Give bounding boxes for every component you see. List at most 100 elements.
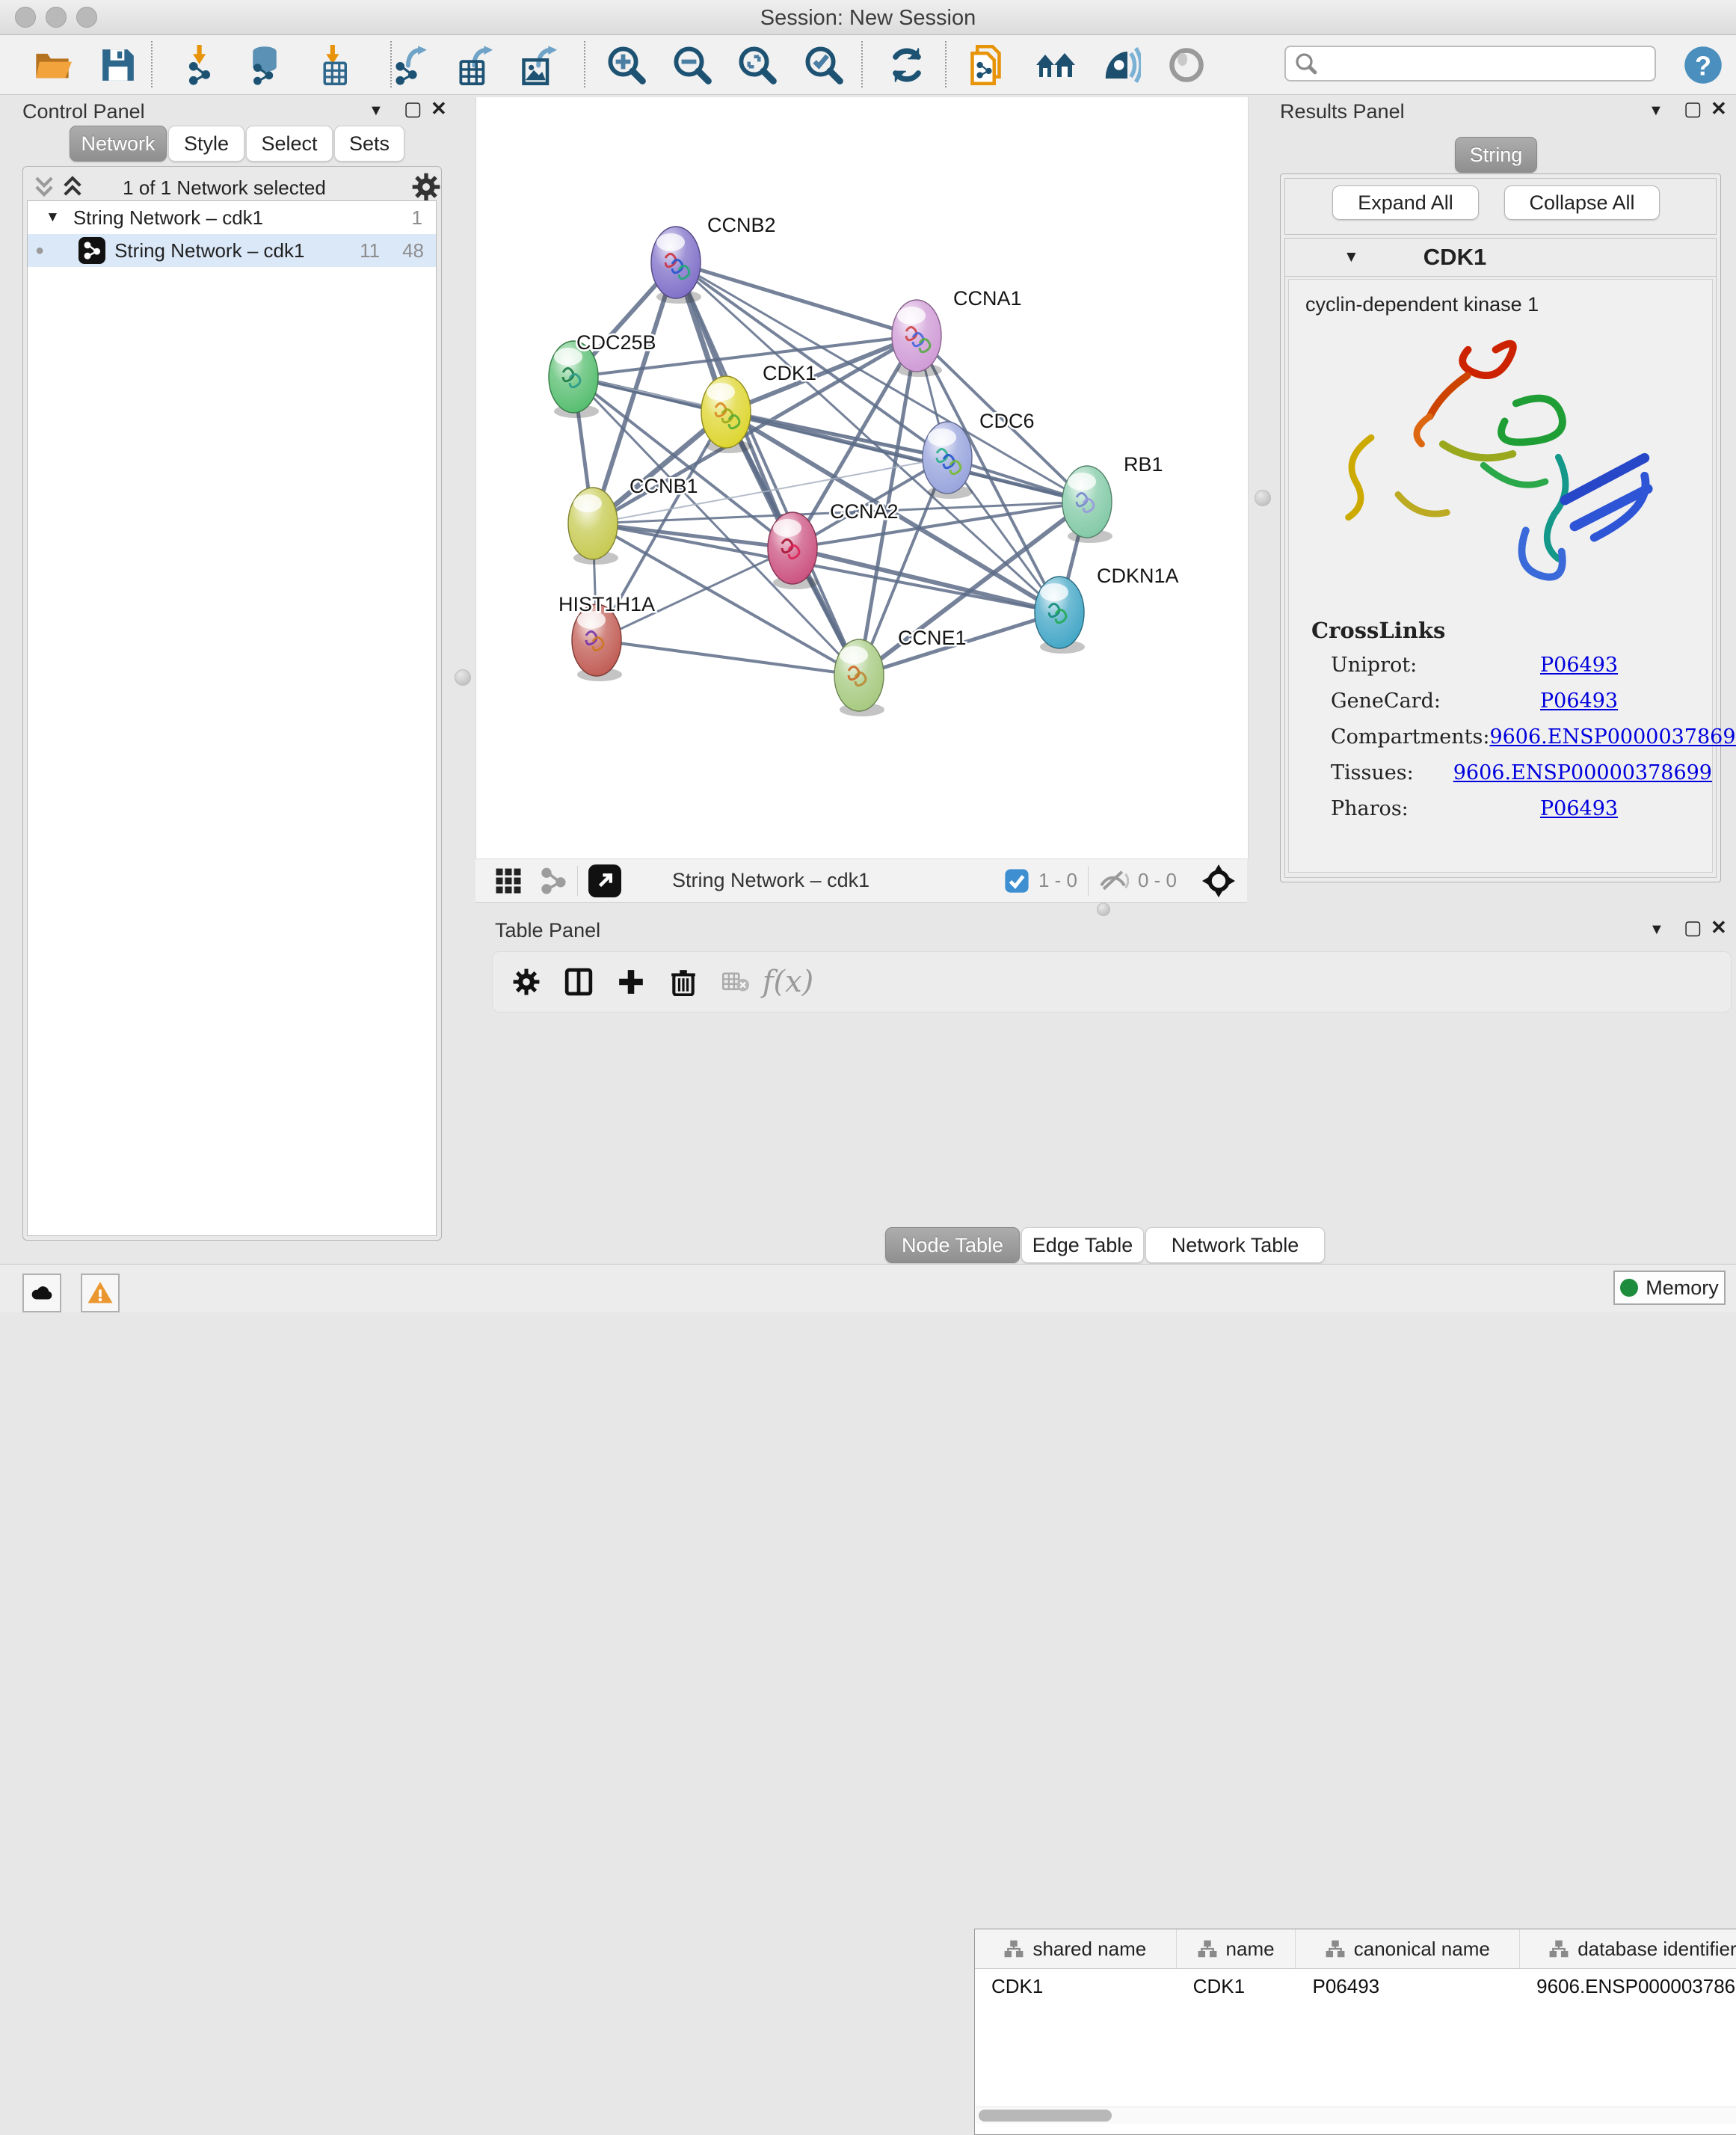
view-single-mode-icon[interactable] bbox=[540, 867, 567, 894]
crosslink-value-link[interactable]: P06493 bbox=[1540, 654, 1618, 677]
string-show-structures-button[interactable] bbox=[1166, 44, 1207, 86]
import-table-file-button[interactable] bbox=[313, 44, 354, 86]
show-columns-icon[interactable] bbox=[552, 961, 605, 1003]
tab-edge-table[interactable]: Edge Table bbox=[1021, 1227, 1144, 1263]
import-network-file-button[interactable] bbox=[181, 44, 223, 86]
export-network-button[interactable] bbox=[391, 44, 433, 86]
export-table-button[interactable] bbox=[455, 44, 497, 86]
control-panel-menu-button[interactable]: ▼ bbox=[369, 103, 384, 118]
string-home-button[interactable] bbox=[1035, 44, 1077, 86]
left-splitter-handle[interactable] bbox=[455, 669, 471, 686]
column-header-canonical-name[interactable]: canonical name bbox=[1296, 1929, 1520, 1968]
scrollbar-thumb[interactable] bbox=[979, 2110, 1112, 2122]
open-session-button[interactable] bbox=[31, 44, 73, 86]
network-options-gear-icon[interactable] bbox=[411, 172, 441, 202]
node-label-CDC25B: CDC25B bbox=[576, 331, 656, 354]
column-header-shared-name[interactable]: shared name bbox=[975, 1929, 1177, 1968]
network-edge-count: 48 bbox=[402, 239, 424, 262]
crosslink-value-link[interactable]: P06493 bbox=[1540, 689, 1618, 713]
birds-eye-crosshair-icon[interactable] bbox=[1202, 864, 1235, 897]
crosslink-value-link[interactable]: 9606.ENSP00000378699 bbox=[1453, 761, 1712, 784]
crosslink-row: Uniprot:P06493 bbox=[1331, 654, 1712, 677]
table-cell[interactable]: CDK1 bbox=[1177, 1969, 1296, 2003]
view-grid-mode-icon[interactable] bbox=[495, 867, 522, 894]
import-network-database-button[interactable] bbox=[244, 44, 286, 86]
hidden-items-eye-icon[interactable] bbox=[1099, 868, 1129, 894]
edge-CCNB2-CCNA1[interactable] bbox=[676, 262, 917, 336]
zoom-fit-button[interactable] bbox=[736, 44, 778, 86]
tab-sets[interactable]: Sets bbox=[334, 126, 404, 162]
table-panel-close-button[interactable]: ✕ bbox=[1711, 918, 1727, 937]
tab-style[interactable]: Style bbox=[168, 126, 244, 162]
table-horizontal-scrollbar[interactable] bbox=[976, 2107, 1736, 2124]
string-glass-effect-button[interactable] bbox=[1100, 44, 1142, 86]
table-cell[interactable]: CDK1 bbox=[975, 1969, 1177, 2003]
network-row-selected[interactable]: ● String Network – cdk1 11 48 bbox=[28, 234, 436, 267]
control-panel-close-button[interactable]: ✕ bbox=[431, 99, 447, 118]
control-panel-float-button[interactable]: ▢ bbox=[404, 99, 422, 118]
edge-CCNB1-CCNA2[interactable] bbox=[593, 523, 792, 548]
edge-CCNB2-CCNE1[interactable] bbox=[676, 262, 859, 675]
tab-network-table[interactable]: Network Table bbox=[1145, 1227, 1325, 1263]
delete-table-icon[interactable] bbox=[710, 961, 762, 1003]
table-row[interactable]: CDK1CDK1P064939606.ENSP00000378699cyclin… bbox=[975, 1969, 1736, 2003]
string-query-button[interactable] bbox=[968, 44, 1010, 86]
warnings-button[interactable] bbox=[81, 1274, 120, 1312]
export-image-button[interactable] bbox=[520, 44, 561, 86]
right-splitter-handle[interactable] bbox=[1255, 490, 1271, 506]
node-RB1[interactable] bbox=[1062, 466, 1112, 543]
results-panel-menu-button[interactable]: ▼ bbox=[1649, 103, 1663, 118]
collection-expander-icon[interactable]: ▼ bbox=[46, 209, 60, 226]
network-collection-row[interactable]: ▼ String Network – cdk1 1 bbox=[28, 201, 436, 234]
zoom-selected-button[interactable] bbox=[803, 44, 845, 86]
table-options-gear-icon[interactable] bbox=[500, 961, 552, 1003]
network-canvas[interactable]: CCNB2CCNA1CDC25BCDK1CDC6RB1CCNB1CCNA2CDK… bbox=[475, 97, 1249, 858]
zoom-out-icon-button[interactable] bbox=[671, 44, 713, 86]
window-title: Session: New Session bbox=[0, 6, 1736, 31]
tab-select[interactable]: Select bbox=[246, 126, 333, 162]
table-cell[interactable]: P06493 bbox=[1296, 1969, 1520, 2003]
node-CDKN1A[interactable] bbox=[1035, 577, 1085, 654]
column-header-database-identifier[interactable]: database identifier bbox=[1520, 1929, 1736, 1968]
crosslink-label: GeneCard: bbox=[1331, 689, 1540, 713]
memory-button[interactable]: Memory bbox=[1613, 1271, 1726, 1305]
column-header-name[interactable]: name bbox=[1177, 1929, 1296, 1968]
table-cell[interactable]: 9606.ENSP00000378699 bbox=[1520, 1969, 1736, 2003]
control-panel-title: Control Panel bbox=[22, 100, 145, 123]
protein-section-header[interactable]: ▼ CDK1 bbox=[1285, 239, 1716, 277]
node-CDC6[interactable] bbox=[923, 422, 973, 499]
delete-column-trash-icon[interactable] bbox=[657, 961, 710, 1003]
control-panel: Control Panel ▼ ▢ ✕ Network Style Select… bbox=[6, 96, 443, 1240]
table-panel-menu-button[interactable]: ▼ bbox=[1649, 922, 1664, 937]
help-button[interactable]: ? bbox=[1682, 44, 1724, 86]
results-panel: Results Panel ▼ ▢ ✕ String Expand All Co… bbox=[1271, 96, 1727, 882]
results-panel-float-button[interactable]: ▢ bbox=[1684, 99, 1702, 118]
node-CCNA2[interactable] bbox=[768, 512, 818, 589]
node-CCNB1[interactable] bbox=[568, 488, 618, 565]
node-CCNE1[interactable] bbox=[834, 639, 884, 716]
detach-view-button[interactable] bbox=[588, 864, 621, 897]
tab-network[interactable]: Network bbox=[70, 126, 167, 162]
tab-node-table[interactable]: Node Table bbox=[885, 1227, 1020, 1263]
selected-items-checkbox-icon[interactable] bbox=[1004, 868, 1029, 894]
node-CCNB2[interactable] bbox=[651, 227, 701, 304]
collapse-all-button[interactable]: Collapse All bbox=[1504, 185, 1660, 220]
add-column-icon[interactable] bbox=[605, 961, 657, 1003]
cloud-status-button[interactable] bbox=[22, 1274, 61, 1312]
function-builder-icon[interactable]: f(x) bbox=[762, 961, 814, 1003]
crosslink-value-link[interactable]: 9606.ENSP00000378699 bbox=[1489, 725, 1736, 749]
expand-all-button[interactable]: Expand All bbox=[1332, 185, 1479, 220]
node-HIST1H1A[interactable] bbox=[572, 604, 622, 681]
crosslink-row: GeneCard:P06493 bbox=[1331, 689, 1712, 713]
results-panel-close-button[interactable]: ✕ bbox=[1711, 99, 1727, 118]
search-input[interactable] bbox=[1284, 46, 1656, 82]
refresh-view-button[interactable] bbox=[886, 44, 928, 86]
toolbar-separator bbox=[584, 41, 585, 87]
tab-string-results[interactable]: String bbox=[1455, 137, 1537, 173]
protein-expander-icon[interactable]: ▼ bbox=[1343, 248, 1359, 266]
edge-CCNE1-HIST1H1A[interactable] bbox=[597, 640, 859, 675]
save-session-button[interactable] bbox=[97, 44, 139, 86]
table-panel-float-button[interactable]: ▢ bbox=[1684, 918, 1702, 937]
crosslink-value-link[interactable]: P06493 bbox=[1540, 797, 1618, 820]
zoom-in-icon-button[interactable] bbox=[606, 44, 647, 86]
